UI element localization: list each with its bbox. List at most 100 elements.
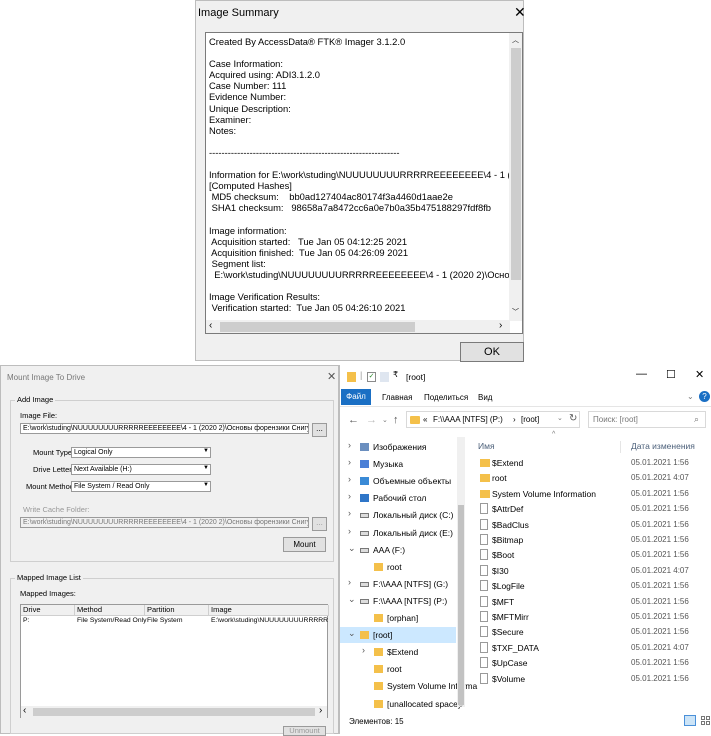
forward-icon[interactable]: → — [366, 414, 377, 426]
expand-chevron-icon[interactable]: › — [348, 577, 351, 587]
scroll-up-icon[interactable]: ︿ — [512, 35, 519, 45]
details-view-icon[interactable] — [684, 715, 696, 726]
search-input[interactable]: Поиск: [root] ⌕ — [588, 411, 706, 428]
mount-button[interactable]: Mount — [283, 537, 326, 552]
column-header[interactable]: Image — [209, 605, 329, 616]
tree-item[interactable]: ⌄ [root] — [340, 627, 456, 644]
file-row[interactable]: $Volume 05.01.2021 1:56 — [478, 671, 710, 686]
tab-view[interactable]: Вид — [478, 393, 492, 402]
refresh-icon[interactable]: ↻ — [569, 413, 577, 424]
expand-chevron-icon[interactable]: › — [348, 440, 351, 450]
tree-item[interactable]: root — [340, 661, 456, 677]
tree-item[interactable]: [unallocated space] — [340, 696, 460, 712]
address-overflow[interactable]: « — [423, 415, 427, 424]
scroll-right-icon[interactable]: › — [499, 320, 502, 331]
scroll-down-icon[interactable]: ﹀ — [512, 307, 519, 317]
horizontal-scrollbar[interactable]: ‹ › — [21, 705, 327, 718]
scrollbar-thumb[interactable] — [511, 48, 521, 280]
close-icon[interactable]: ✕ — [695, 368, 704, 381]
file-row[interactable]: root 05.01.2021 4:07 — [478, 470, 710, 485]
expand-chevron-icon[interactable]: › — [362, 645, 365, 655]
ok-button[interactable]: OK — [460, 342, 524, 362]
scroll-left-icon[interactable]: ‹ — [209, 320, 212, 331]
expand-chevron-icon[interactable]: › — [348, 491, 351, 501]
file-row[interactable]: $TXF_DATA 05.01.2021 4:07 — [478, 640, 710, 655]
tree-item[interactable]: ⌄ F:\\AAA [NTFS] (P:) — [340, 593, 456, 609]
file-row[interactable]: $Boot 05.01.2021 1:56 — [478, 547, 710, 562]
close-icon[interactable]: ✕ — [327, 370, 336, 383]
file-row[interactable]: $LogFile 05.01.2021 1:56 — [478, 578, 710, 593]
address-separator[interactable]: › — [513, 415, 516, 424]
horizontal-scrollbar[interactable]: ‹ › — [206, 320, 510, 333]
tab-home[interactable]: Главная — [382, 393, 412, 402]
column-header[interactable]: Partition — [145, 605, 209, 616]
column-date[interactable]: Дата изменения — [631, 441, 695, 451]
mount-type-select[interactable]: Logical Only ▼ — [71, 447, 211, 458]
chevron-down-icon[interactable]: ⌄ — [557, 414, 563, 422]
file-row[interactable]: $UpCase 05.01.2021 1:56 — [478, 655, 710, 670]
file-row[interactable]: $Secure 05.01.2021 1:56 — [478, 624, 710, 639]
new-folder-icon[interactable] — [380, 372, 389, 382]
tab-share[interactable]: Поделиться — [424, 393, 468, 402]
expand-ribbon-icon[interactable]: ⌄ — [687, 392, 694, 401]
tree-item[interactable]: › F:\\AAA [NTFS] (G:) — [340, 576, 456, 592]
column-header[interactable]: Method — [75, 605, 145, 616]
scrollbar-thumb[interactable] — [220, 322, 415, 332]
vertical-scrollbar[interactable] — [457, 437, 465, 707]
tree-item[interactable]: › $Extend — [340, 644, 456, 660]
file-list[interactable]: $Extend 05.01.2021 1:56 root 05.01.2021 4:0… — [478, 455, 710, 695]
tree-item[interactable]: › Рабочий стол — [340, 490, 456, 506]
file-row[interactable]: $Bitmap 05.01.2021 1:56 — [478, 532, 710, 547]
table-row[interactable]: P: File System/Read Only File System E:\… — [21, 617, 329, 628]
up-icon[interactable]: ↑ — [393, 414, 399, 426]
address-segment[interactable]: F:\\AAA [NTFS] (P:) — [433, 415, 503, 424]
summary-text-box[interactable]: Created By AccessData® FTK® Imager 3.1.2… — [205, 32, 523, 334]
tree-item[interactable]: › Изображения — [340, 439, 456, 455]
expand-chevron-icon[interactable]: › — [348, 526, 351, 536]
tab-file[interactable]: Файл — [341, 389, 371, 405]
column-header[interactable]: Drive — [21, 605, 75, 616]
back-icon[interactable]: ← — [348, 414, 359, 426]
mapped-images-table[interactable]: Drive Method Partition Image P: File Sys… — [20, 604, 329, 718]
address-segment[interactable]: [root] — [521, 415, 539, 424]
file-row[interactable]: $I30 05.01.2021 4:07 — [478, 563, 710, 578]
tree-item[interactable]: › Музыка — [340, 456, 456, 472]
close-icon[interactable]: ✕ — [514, 4, 526, 21]
image-file-input[interactable]: E:\work\studing\NUUUUUUUURRRRREEEEEEEE\4… — [20, 423, 309, 434]
mount-method-select[interactable]: File System / Read Only ▼ — [71, 481, 211, 492]
file-row[interactable]: $Extend 05.01.2021 1:56 — [478, 455, 710, 470]
scroll-down-icon[interactable]: ⌄ — [458, 701, 464, 709]
properties-icon[interactable]: ✓ — [367, 372, 376, 382]
scrollbar-thumb[interactable] — [33, 708, 315, 716]
quick-access-chevron-icon[interactable]: ₹ — [393, 370, 398, 379]
browse-button[interactable]: ... — [312, 423, 327, 437]
maximize-icon[interactable]: ☐ — [666, 368, 676, 381]
tree-item[interactable]: System Volume Informa — [340, 678, 477, 694]
expand-chevron-icon[interactable]: ⌄ — [348, 543, 356, 554]
scroll-right-icon[interactable]: › — [319, 705, 322, 716]
tree-item[interactable]: › Локальный диск (C:) — [340, 507, 456, 523]
tree-item[interactable]: root — [340, 559, 456, 575]
expand-chevron-icon[interactable]: ⌄ — [348, 594, 356, 605]
tree-item[interactable]: [orphan] — [340, 610, 456, 626]
file-row[interactable]: $AttrDef 05.01.2021 1:56 — [478, 501, 710, 516]
recent-chevron-icon[interactable]: ⌄ — [382, 416, 388, 424]
tree-item[interactable]: ⌄ AAA (F:) — [340, 542, 456, 558]
expand-chevron-icon[interactable]: › — [348, 508, 351, 518]
expand-chevron-icon[interactable]: › — [348, 457, 351, 467]
drive-letter-select[interactable]: Next Available (H:) ▼ — [71, 464, 211, 475]
file-row[interactable]: $MFT 05.01.2021 1:56 — [478, 594, 710, 609]
navigation-pane[interactable]: › Изображения › Музыка › Объемные объекты › Раб… — [340, 433, 477, 714]
search-icon[interactable]: ⌕ — [694, 414, 699, 425]
expand-chevron-icon[interactable]: ⌄ — [348, 628, 356, 639]
vertical-scrollbar[interactable]: ︿ ﹀ — [509, 33, 522, 321]
tree-item[interactable]: › Объемные объекты — [340, 473, 456, 489]
file-row[interactable]: System Volume Information 05.01.2021 1:56 — [478, 486, 710, 501]
scrollbar-thumb[interactable] — [458, 505, 464, 705]
column-name[interactable]: Имя — [478, 441, 495, 451]
tree-item[interactable]: › Локальный диск (E:) — [340, 525, 456, 541]
file-row[interactable]: $MFTMirr 05.01.2021 1:56 — [478, 609, 710, 624]
expand-chevron-icon[interactable]: › — [348, 474, 351, 484]
help-icon[interactable]: ? — [699, 391, 710, 402]
address-bar[interactable]: « F:\\AAA [NTFS] (P:) › [root] ⌄ ↻ — [406, 411, 580, 428]
